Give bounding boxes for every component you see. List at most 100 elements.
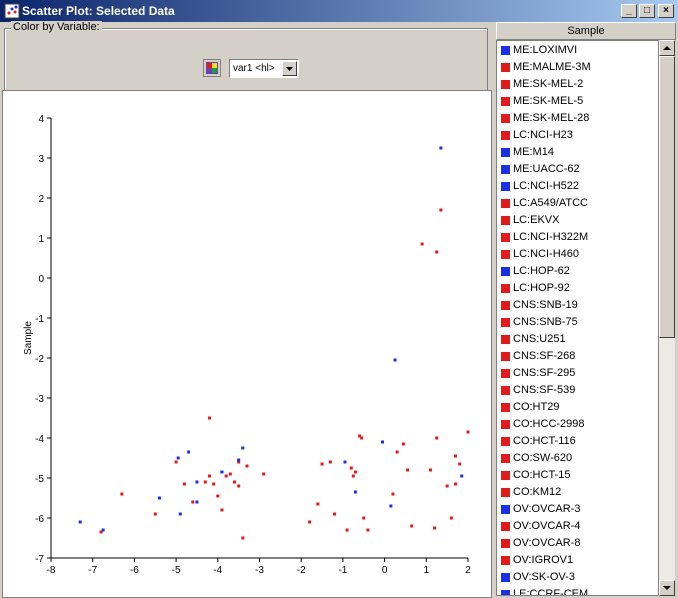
y-tick-label: 3 [38,154,44,165]
minimize-button[interactable]: _ [621,4,637,18]
close-button[interactable]: × [658,4,674,18]
data-point [187,450,191,454]
maximize-button[interactable]: □ [639,4,655,18]
data-point [316,502,320,506]
data-point [320,462,324,466]
data-point [328,460,332,464]
data-point [195,500,199,504]
close-icon: × [663,5,669,16]
color-swatch [501,386,510,395]
color-swatch [501,233,510,242]
color-swatch [501,488,510,497]
chevron-down-icon[interactable] [282,61,297,76]
list-item-label: CNS:U251 [513,333,566,345]
x-tick-label: -5 [172,565,181,576]
color-swatch [501,267,510,276]
data-point [212,482,216,486]
color-variable-value: var1 <hl> [233,63,275,74]
x-tick-label: -7 [88,565,97,576]
color-swatch [501,318,510,327]
data-point [228,472,232,476]
y-tick-label: 0 [38,274,44,285]
list-item-label: LC:HOP-92 [513,282,570,294]
list-item-label: OV:OVCAR-3 [513,503,581,515]
list-item-label: OV:OVCAR-8 [513,537,581,549]
data-point [353,470,357,474]
list-item-label: CO:SW-620 [513,452,573,464]
scroll-thumb[interactable] [659,56,675,338]
data-point [420,242,424,246]
color-swatch [501,352,510,361]
color-swatch [501,335,510,344]
y-tick-label: -1 [35,314,44,325]
data-point [232,480,236,484]
y-tick-label: -2 [35,354,44,365]
scroll-down-icon [663,586,671,590]
y-tick-label: -4 [35,434,44,445]
list-item-label: CO:HCT-116 [513,435,576,447]
color-swatch [501,522,510,531]
scatter-plot[interactable]: 4 3 2 1 0 -1 -2 -3 -4 -5 -6 -7 -8 -7 -6 -5 -4 -3 -2 -1 0 1 2 Sa… [2,90,492,598]
list-item-label: LC:NCI-H460 [513,248,580,260]
data-point [237,458,241,462]
list-item-label: CO:HT29 [513,401,560,413]
list-item-label: OV:IGROV1 [513,554,574,566]
color-swatch [501,284,510,293]
data-point [466,430,470,434]
data-point [439,146,443,150]
color-swatch [501,505,510,514]
color-swatch [501,80,510,89]
color-palette-icon[interactable] [203,59,221,77]
list-item-label: LC:NCI-H522 [513,180,580,192]
list-item-label: ME:SK-MEL-2 [513,78,584,90]
list-item-label: ME:SK-MEL-28 [513,112,590,124]
data-point [428,468,432,472]
list-item-label: LC:EKVX [513,214,560,226]
list-item-label: LE:CCRF-CEM [513,588,589,596]
plot-panel: Color by Variable: var1 <hl> 4 3 2 1 0 -1 -2 -3… [0,21,494,598]
list-item-label: CNS:SF-295 [513,367,576,379]
scroll-up-icon [663,46,671,50]
color-swatch [501,199,510,208]
data-point [224,474,228,478]
data-point [345,528,349,532]
x-tick-label: 0 [382,565,388,576]
color-swatch [501,590,510,595]
x-tick-label: -6 [130,565,139,576]
data-point [449,516,453,520]
data-point [176,456,180,460]
data-point [410,524,414,528]
sample-list[interactable]: ME:LOXIMVI ME:MALME-3M ME:SK-MEL-2 ME:SK-ME… [496,40,659,596]
data-point [360,436,364,440]
color-swatch [501,369,510,378]
vertical-scrollbar[interactable] [659,40,675,596]
list-item-label: CNS:SF-539 [513,384,576,396]
data-point [349,466,353,470]
color-swatch [501,148,510,157]
color-swatch [501,454,510,463]
data-point [203,480,207,484]
list-item-label: ME:UACC-62 [513,163,580,175]
maximize-icon: □ [643,5,651,16]
color-swatch [501,437,510,446]
color-swatch [501,216,510,225]
data-point [182,482,186,486]
y-tick-label: 1 [38,234,44,245]
list-item-label: OV:SK-OV-3 [513,571,575,583]
sample-column-header[interactable]: Sample [496,22,676,40]
color-swatch [501,131,510,140]
scroll-up-button[interactable] [659,40,675,56]
data-point [366,528,370,532]
x-tick-label: -3 [255,565,264,576]
color-swatch [501,46,510,55]
data-point [120,492,124,496]
data-point [241,536,245,540]
scroll-down-button[interactable] [659,580,675,596]
list-item-label: CO:HCT-15 [513,469,571,481]
list-item-label: CNS:SNB-75 [513,316,578,328]
data-point [433,526,437,530]
data-point [453,454,457,458]
color-variable-select[interactable]: var1 <hl> [229,59,299,78]
data-point [395,450,399,454]
x-tick-label: -2 [297,565,306,576]
